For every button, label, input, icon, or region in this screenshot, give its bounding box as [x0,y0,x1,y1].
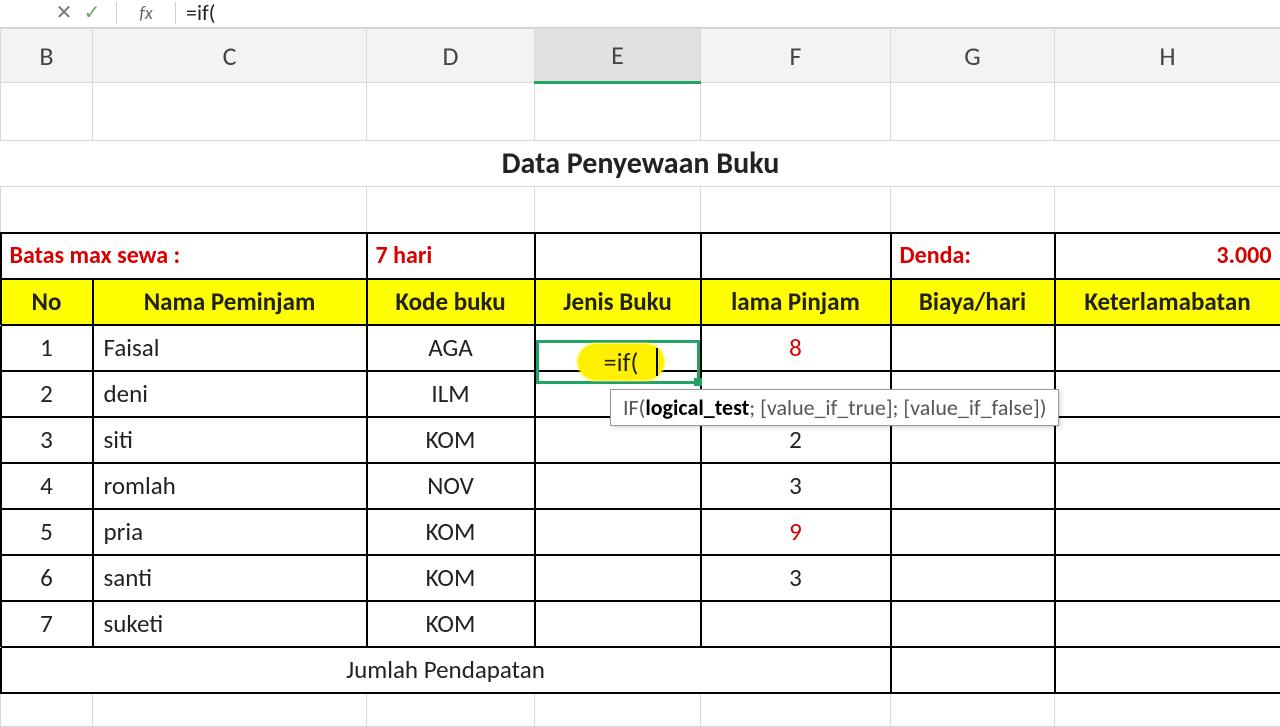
cell-jenis[interactable] [535,509,701,555]
cell-no[interactable]: 6 [1,555,93,601]
cell-no[interactable]: 5 [1,509,93,555]
denda-label: Denda: [891,233,1055,279]
cell-lama[interactable]: 3 [701,463,891,509]
cell-no[interactable]: 2 [1,371,93,417]
divider [175,2,176,24]
column-headers[interactable]: B C D E F G H [1,29,1280,83]
blank-row[interactable] [1,83,1280,141]
hdr-biaya: Biaya/hari [891,279,1055,325]
notice-row: Batas max sewa : 7 hari Denda: 3.000 [1,233,1280,279]
cell-telat[interactable] [1055,509,1280,555]
cell-jenis[interactable] [535,463,701,509]
cell-telat[interactable] [1055,371,1280,417]
cell-nama[interactable]: siti [93,417,367,463]
cell-telat[interactable] [1055,417,1280,463]
col-header-C[interactable]: C [93,29,367,83]
table-header-row: No Nama Peminjam Kode buku Jenis Buku la… [1,279,1280,325]
title-row: Data Penyewaan Buku [1,141,1280,187]
cell-nama[interactable]: santi [93,555,367,601]
fx-icon[interactable]: fx [127,2,165,24]
hdr-lama: lama Pinjam [701,279,891,325]
col-header-D[interactable]: D [367,29,535,83]
cell-lama[interactable]: 9 [701,509,891,555]
tooltip-fn: IF [623,394,639,421]
hdr-nama: Nama Peminjam [93,279,367,325]
cell-telat[interactable] [1055,325,1280,371]
cell-kode[interactable]: KOM [367,555,535,601]
active-cell-edit[interactable]: =if( [536,340,700,384]
cell-telat[interactable] [1055,555,1280,601]
cell-biaya[interactable] [891,601,1055,647]
cell-jenis[interactable] [535,555,701,601]
footer-row: Jumlah Pendapatan [1,647,1280,693]
function-tooltip: IF(logical_test; [value_if_true]; [value… [610,389,1059,426]
cell-kode[interactable]: KOM [367,509,535,555]
col-header-E[interactable]: E [535,29,701,83]
cell-nama[interactable]: deni [93,371,367,417]
col-header-G[interactable]: G [891,29,1055,83]
cell-kode[interactable]: KOM [367,601,535,647]
cell-telat[interactable] [1055,601,1280,647]
cell-no[interactable]: 1 [1,325,93,371]
cell-no[interactable]: 3 [1,417,93,463]
cancel-icon[interactable]: ✕ [50,0,78,25]
max-sewa-value: 7 hari [367,233,535,279]
fill-handle[interactable] [694,378,702,386]
max-sewa-label: Batas max sewa : [1,233,367,279]
formula-bar: ✕ ✓ fx =if( [0,0,1280,28]
cell-lama[interactable]: 8 [701,325,891,371]
cell-telat[interactable] [1055,463,1280,509]
table-row[interactable]: 5priaKOM 9 [1,509,1280,555]
table-row[interactable]: 7suketiKOM [1,601,1280,647]
hdr-jenis: Jenis Buku [535,279,701,325]
table-row[interactable]: 4romlahNOV 3 [1,463,1280,509]
cell-kode[interactable]: KOM [367,417,535,463]
tooltip-rest: ; [value_if_true]; [value_if_false]) [749,394,1046,421]
tooltip-arg-bold: logical_test [645,394,749,421]
sheet-title: Data Penyewaan Buku [1,141,1280,187]
cell-nama[interactable]: suketi [93,601,367,647]
cell-lama[interactable] [701,601,891,647]
cell-nama[interactable]: romlah [93,463,367,509]
accept-icon[interactable]: ✓ [78,0,106,25]
col-header-B[interactable]: B [1,29,93,83]
table-row[interactable]: 6santiKOM 3 [1,555,1280,601]
hdr-kode: Kode buku [367,279,535,325]
cell-kode[interactable]: AGA [367,325,535,371]
cell-biaya[interactable] [891,555,1055,601]
hdr-no: No [1,279,93,325]
col-header-H[interactable]: H [1055,29,1280,83]
cell-jenis[interactable] [535,601,701,647]
trailing-row[interactable] [1,693,1280,727]
editing-text[interactable]: =if( [578,344,665,380]
text-cursor [656,348,658,376]
spacer-row[interactable] [1,187,1280,233]
cell-biaya[interactable] [891,463,1055,509]
denda-value: 3.000 [1055,233,1280,279]
cell-no[interactable]: 4 [1,463,93,509]
col-header-F[interactable]: F [701,29,891,83]
cell-kode[interactable]: NOV [367,463,535,509]
cell-kode[interactable]: ILM [367,371,535,417]
cell-nama[interactable]: pria [93,509,367,555]
cell-biaya[interactable] [891,325,1055,371]
hdr-telat: Keterlamabatan [1055,279,1280,325]
cell-no[interactable]: 7 [1,601,93,647]
cell-biaya[interactable] [891,509,1055,555]
divider [116,2,117,24]
cell-nama[interactable]: Faisal [93,325,367,371]
footer-label: Jumlah Pendapatan [1,647,891,693]
cell-lama[interactable]: 3 [701,555,891,601]
formula-text[interactable]: =if( [186,0,215,26]
